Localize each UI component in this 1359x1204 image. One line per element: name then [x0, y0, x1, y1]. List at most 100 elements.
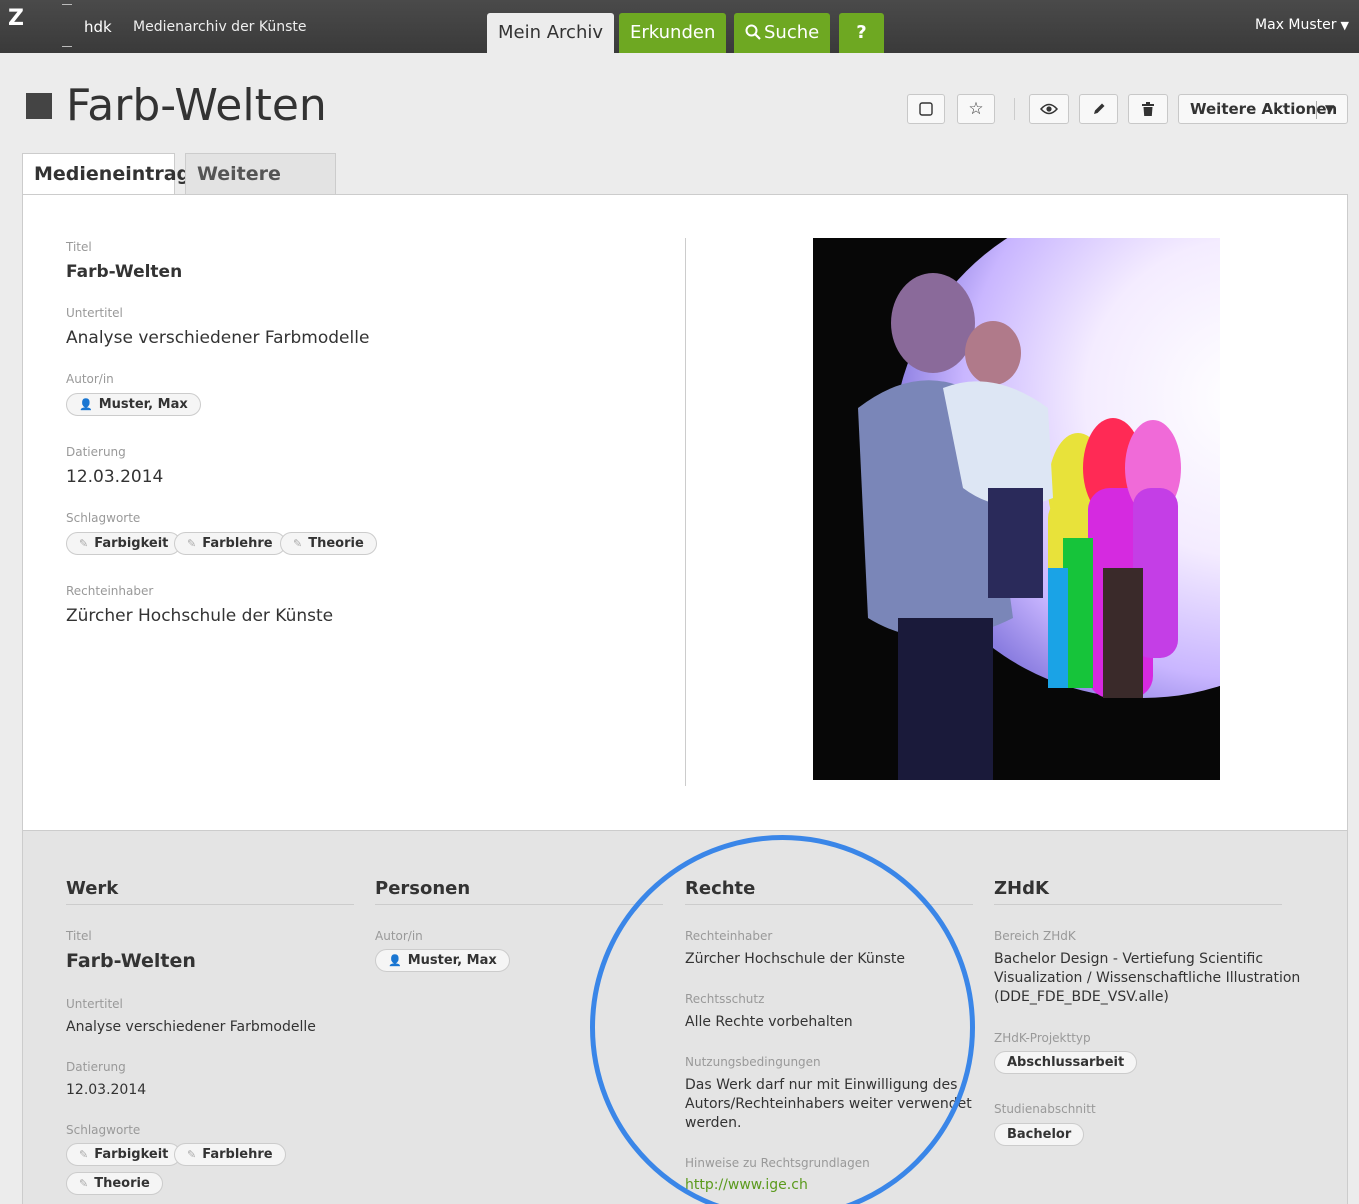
pencil-icon: [1093, 103, 1104, 114]
datierung-label: Datierung: [66, 445, 126, 459]
zhdk-logo[interactable]: Z: [0, 0, 40, 53]
nav-suche-label: Suche: [764, 22, 820, 43]
autor-label: Autor/in: [66, 372, 114, 386]
werk-datierung-label: Datierung: [66, 1060, 126, 1074]
rechteinhaber-label: Rechteinhaber: [685, 929, 773, 943]
section-heading-rechte: Rechte: [685, 878, 756, 899]
hinweise-label: Hinweise zu Rechtsgrundlagen: [685, 1156, 870, 1170]
chevron-down-icon: ▼: [1325, 102, 1335, 116]
keyword-label: Farbigkeit: [94, 1147, 169, 1162]
nav-erkunden-label: Erkunden: [630, 22, 716, 43]
nutzungsbedingungen-label: Nutzungsbedingungen: [685, 1055, 821, 1069]
keyword-label: Farbigkeit: [94, 536, 169, 551]
media-preview-image[interactable]: [813, 238, 1220, 780]
werk-schlagworte-label: Schlagworte: [66, 1123, 141, 1137]
rechteinhaber-label: Rechteinhaber: [66, 584, 154, 598]
werk-datierung-value: 12.03.2014: [66, 1082, 147, 1098]
section-heading-werk: Werk: [66, 878, 119, 899]
tag-icon: ✎: [187, 537, 197, 550]
untertitel-label: Untertitel: [66, 306, 123, 320]
tag-icon: ✎: [79, 1177, 89, 1190]
author-name: Muster, Max: [98, 397, 188, 412]
keyword-pill[interactable]: ✎ Farbigkeit: [66, 1143, 182, 1166]
logo-letter: Z: [8, 6, 24, 31]
studienabschnitt-value: Bachelor: [1007, 1127, 1072, 1142]
tag-icon: ✎: [79, 537, 89, 550]
section-rule: [375, 904, 663, 905]
keyword-pill[interactable]: ✎ Farblehre: [174, 532, 286, 555]
select-button[interactable]: [907, 94, 945, 124]
keyword-pill[interactable]: ✎ Theorie: [280, 532, 377, 555]
keyword-label: Theorie: [94, 1176, 150, 1191]
personen-autor-label: Autor/in: [375, 929, 423, 943]
rechteinhaber-value: Zürcher Hochschule der Künste: [66, 606, 334, 626]
bereich-line: Bachelor Design - Vertiefung Scientific: [994, 951, 1264, 967]
tag-icon: ✎: [187, 1148, 197, 1161]
keyword-pill[interactable]: ✎ Theorie: [66, 1172, 163, 1195]
tab-medieneintrag[interactable]: Medieneintrag: [22, 153, 190, 195]
author-name: Muster, Max: [407, 953, 497, 968]
delete-button[interactable]: [1128, 94, 1168, 124]
schlagworte-label: Schlagworte: [66, 511, 141, 525]
keyword-label: Farblehre: [202, 1147, 273, 1162]
user-name: Max Muster: [1255, 17, 1337, 33]
author-pill[interactable]: 👤 Muster, Max: [66, 393, 201, 416]
werk-untertitel-label: Untertitel: [66, 997, 123, 1011]
werk-titel-label: Titel: [66, 929, 92, 943]
projekttyp-label: ZHdK-Projekttyp: [994, 1031, 1091, 1045]
view-button[interactable]: [1029, 94, 1069, 124]
photo-illustration: [813, 238, 1220, 780]
section-heading-personen: Personen: [375, 878, 471, 899]
untertitel-value: Analyse verschiedener Farbmodelle: [66, 328, 370, 348]
datierung-value: 12.03.2014: [66, 467, 164, 487]
rechtsschutz-value: Alle Rechte vorbehalten: [685, 1014, 853, 1030]
section-heading-zhdk: ZHdK: [994, 878, 1049, 899]
keyword-pill[interactable]: ✎ Farblehre: [174, 1143, 286, 1166]
bereich-line: Visualization / Wissenschaftliche Illust…: [994, 970, 1301, 986]
author-pill[interactable]: 👤 Muster, Max: [375, 949, 510, 972]
person-icon: 👤: [79, 398, 93, 411]
section-rule: [685, 904, 973, 905]
nav-erkunden[interactable]: Erkunden: [619, 13, 727, 53]
chevron-down-icon: ▼: [1340, 19, 1349, 32]
tab-medieneintrag-label: Medieneintrag: [34, 163, 191, 185]
search-icon: [745, 24, 761, 40]
logo-dash-bottom: [62, 46, 72, 47]
nav-help[interactable]: ?: [839, 13, 884, 53]
bereich-line: (DDE_FDE_BDE_VSV.alle): [994, 989, 1169, 1005]
media-entry-icon: [26, 93, 52, 119]
keyword-label: Theorie: [308, 536, 364, 551]
more-actions-divider: [1316, 101, 1317, 119]
keyword-pill[interactable]: ✎ Farbigkeit: [66, 532, 182, 555]
section-rule: [994, 904, 1282, 905]
user-menu[interactable]: Max Muster ▼: [1255, 17, 1349, 33]
tab-weitere-daten[interactable]: Weitere Daten: [185, 153, 336, 225]
studienabschnitt-pill[interactable]: Bachelor: [994, 1123, 1085, 1146]
trash-icon: [1142, 102, 1154, 116]
edit-button[interactable]: [1079, 94, 1118, 124]
person-icon: 👤: [388, 954, 402, 967]
nutzungsbedingungen-line: Das Werk darf nur mit Einwilligung des: [685, 1077, 958, 1093]
toolbar-separator: [1014, 98, 1015, 120]
nav-suche[interactable]: Suche: [734, 13, 831, 53]
help-label: ?: [856, 22, 867, 43]
projekttyp-pill[interactable]: Abschlussarbeit: [994, 1051, 1138, 1074]
nav-mein-archiv[interactable]: Mein Archiv: [487, 13, 615, 53]
brand-hdk[interactable]: hdk: [84, 18, 112, 36]
keyword-label: Farblehre: [202, 536, 273, 551]
projekttyp-value: Abschlussarbeit: [1007, 1055, 1125, 1070]
brand-title[interactable]: Medienarchiv der Künste: [133, 19, 307, 35]
eye-icon: [1039, 103, 1059, 115]
titel-value: Farb-Welten: [66, 262, 183, 282]
tag-icon: ✎: [79, 1148, 89, 1161]
hinweise-link[interactable]: http://www.ige.ch: [685, 1177, 808, 1193]
werk-untertitel-value: Analyse verschiedener Farbmodelle: [66, 1019, 316, 1035]
nutzungsbedingungen-line: werden.: [685, 1115, 742, 1131]
titel-label: Titel: [66, 240, 92, 254]
favorite-button[interactable]: ☆: [957, 94, 995, 124]
more-actions-button[interactable]: Weitere Aktionen ▼: [1178, 94, 1348, 124]
rechtsschutz-label: Rechtsschutz: [685, 992, 765, 1006]
tag-icon: ✎: [293, 537, 303, 550]
section-rule: [66, 904, 354, 905]
nutzungsbedingungen-line: Autors/Rechteinhabers weiter verwendet: [685, 1096, 972, 1112]
